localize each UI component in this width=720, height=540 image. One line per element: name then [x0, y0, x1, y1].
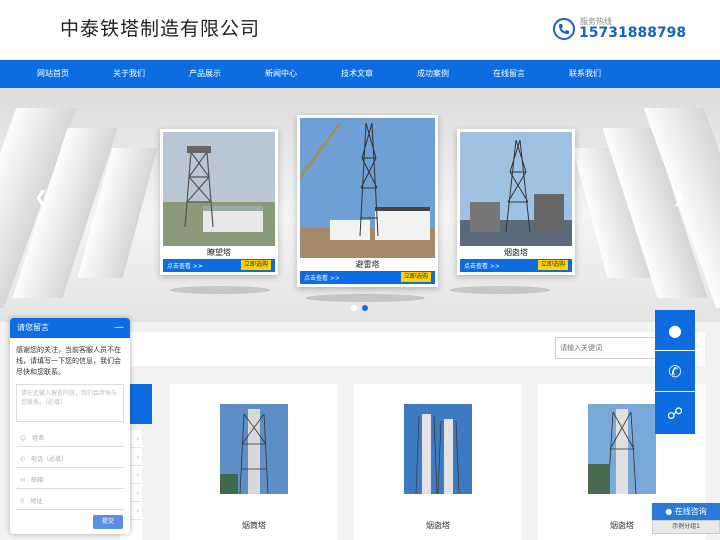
card-more-link[interactable]: 点击查看 >>	[167, 261, 203, 270]
mail-icon: ✉	[20, 477, 26, 484]
online-consult-label: 在线咨询	[674, 507, 707, 516]
buy-now-button[interactable]: 立即选购	[400, 272, 431, 282]
card-footer: 点击查看 >> 立即选购	[300, 271, 435, 284]
watchtower-photo	[163, 132, 275, 246]
name-field-label: 姓名	[32, 435, 45, 442]
carousel-next-icon[interactable]: ❯	[672, 189, 686, 205]
address-field[interactable]: ⚲ 地址	[16, 493, 124, 510]
nav-about[interactable]: 关于我们	[91, 60, 167, 88]
search-input[interactable]	[555, 337, 657, 359]
product-image	[404, 404, 472, 494]
card-shadow	[170, 286, 270, 294]
name-field[interactable]: ☺ 姓名	[16, 430, 124, 447]
message-widget-title: 请您留言	[17, 323, 49, 332]
phone-icon: ✆	[668, 361, 682, 381]
card-shadow	[305, 294, 425, 302]
product-name[interactable]: 烟囱塔	[354, 520, 522, 531]
location-icon: ⚲	[20, 498, 25, 505]
carousel-card[interactable]: 瞭望塔 点击查看 >> 立即选购	[160, 129, 278, 275]
wechat-button[interactable]: ☍	[655, 392, 695, 434]
message-content-textarea[interactable]: 请在此输入留言内容，我们会尽快与您联系。（必填）	[16, 384, 124, 422]
carousel-prev-icon[interactable]: ❮	[34, 189, 48, 205]
card-shadow	[450, 286, 550, 294]
company-logo[interactable]: 中泰铁塔制造有限公司	[60, 14, 260, 41]
card-more-link[interactable]: 点击查看 >>	[304, 273, 340, 282]
card-caption: 烟囱塔	[460, 246, 572, 259]
submit-button[interactable]: 提交	[93, 515, 123, 529]
phone-field-label: 电话（必填）	[31, 456, 68, 463]
card-footer: 点击查看 >> 立即选购	[163, 259, 275, 272]
chimney-tower-photo	[460, 132, 572, 246]
card-more-link[interactable]: 点击查看 >>	[464, 261, 500, 270]
qq-icon: ●	[668, 320, 682, 340]
message-intro: 感谢您的关注，当前客服人员不在线，请填写一下您的信息，我们会尽快和您联系。	[16, 346, 121, 376]
consult-group-button[interactable]: 示例分组1	[652, 520, 720, 534]
product-name[interactable]: 烟筒塔	[170, 520, 338, 531]
carousel-card[interactable]: 烟囱塔 点击查看 >> 立即选购	[457, 129, 575, 275]
address-field-label: 地址	[30, 498, 43, 505]
card-caption: 避雷塔	[300, 258, 435, 271]
hotline-number: 15731888798	[579, 25, 687, 41]
online-consult-button[interactable]: ● 在线咨询	[652, 503, 720, 520]
main-nav: 网站首页 关于我们 产品展示 新闻中心 技术文章 成功案例 在线留言 联系我们	[0, 60, 720, 88]
nav-contact[interactable]: 联系我们	[547, 60, 623, 88]
qq-button[interactable]: ●	[655, 310, 695, 350]
carousel-card-active[interactable]: 避雷塔 点击查看 >> 立即选购	[297, 115, 438, 287]
nav-home[interactable]: 网站首页	[15, 60, 91, 88]
card-footer: 点击查看 >> 立即选购	[460, 259, 572, 272]
product-card[interactable]: 烟囱塔	[354, 384, 522, 540]
nav-cases[interactable]: 成功案例	[395, 60, 471, 88]
card-caption: 瞭望塔	[163, 246, 275, 259]
buy-now-button[interactable]: 立即选购	[240, 260, 271, 270]
nav-products[interactable]: 产品展示	[167, 60, 243, 88]
hero-carousel: ❮ ❯ 瞭望塔 点击查看 >> 立即选购 避雷塔 点击查看 >> 立即选购 烟囱…	[0, 88, 720, 322]
phone-icon	[553, 18, 575, 40]
user-icon: ☺	[20, 435, 27, 442]
wechat-icon: ☍	[666, 403, 684, 423]
email-field[interactable]: ✉ 邮箱	[16, 472, 124, 489]
buy-now-button[interactable]: 立即选购	[537, 260, 568, 270]
phone-field[interactable]: ✆ 电话（必填）	[16, 451, 124, 468]
product-card[interactable]: 烟筒塔	[170, 384, 338, 540]
nav-message[interactable]: 在线留言	[471, 60, 547, 88]
lightning-tower-photo	[300, 118, 435, 258]
chat-icon: ●	[665, 507, 673, 516]
nav-news[interactable]: 新闻中心	[243, 60, 319, 88]
phone-icon: ✆	[20, 456, 26, 463]
phone-button[interactable]: ✆	[655, 351, 695, 391]
carousel-dot[interactable]	[351, 305, 357, 311]
message-widget-header[interactable]: 请您留言 —	[10, 318, 130, 338]
message-widget: 请您留言 — 感谢您的关注，当前客服人员不在线，请填写一下您的信息，我们会尽快和…	[10, 318, 130, 534]
carousel-dot-active[interactable]	[362, 305, 368, 311]
nav-articles[interactable]: 技术文章	[319, 60, 395, 88]
email-field-label: 邮箱	[31, 477, 44, 484]
minimize-icon[interactable]: —	[114, 318, 124, 338]
product-image	[220, 404, 288, 494]
top-header: 中泰铁塔制造有限公司 服务热线 15731888798	[0, 0, 720, 60]
product-image	[588, 404, 656, 494]
